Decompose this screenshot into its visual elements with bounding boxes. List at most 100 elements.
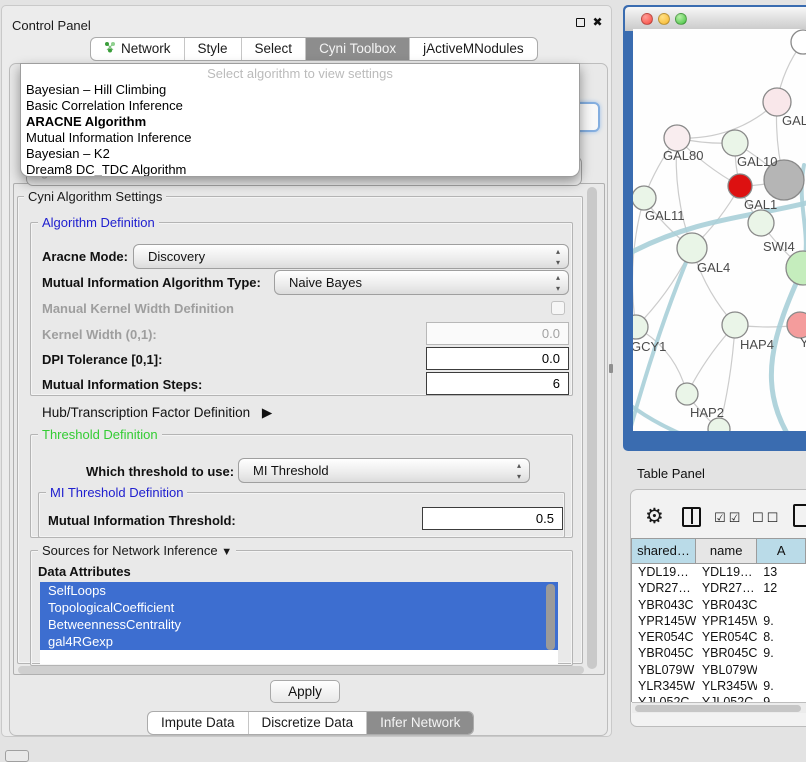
- aracne-mode-value: Discovery: [148, 249, 205, 264]
- algorithm-item-bayesian-hill-climbing[interactable]: Bayesian – Hill Climbing: [21, 82, 579, 98]
- table-cell: 9.: [757, 613, 806, 629]
- horizontal-scrollbar[interactable]: [18, 666, 584, 674]
- panel-divider-grip[interactable]: [609, 364, 613, 373]
- network-node[interactable]: [748, 210, 774, 236]
- close-icon[interactable]: ✖: [591, 16, 604, 29]
- checked-boxes-icon[interactable]: ☑☑: [714, 510, 743, 526]
- apply-button[interactable]: Apply: [270, 680, 340, 703]
- network-window-titlebar[interactable]: [625, 7, 806, 31]
- algorithm-definition-legend: Algorithm Definition: [38, 215, 159, 230]
- kernel-width-field[interactable]: 0.0: [426, 322, 569, 345]
- tab-network[interactable]: Network: [91, 38, 184, 60]
- attribute-betweennesscentrality[interactable]: BetweennessCentrality: [40, 616, 558, 633]
- attribute-topologicalcoefficient[interactable]: TopologicalCoefficient: [40, 599, 558, 616]
- algorithm-dropdown-popup: Select algorithm to view settings Bayesi…: [20, 63, 580, 177]
- tab-impute-data[interactable]: Impute Data: [148, 712, 248, 734]
- table-cell: YBR043C: [696, 597, 757, 613]
- which-threshold-combo[interactable]: MI Threshold ▴▾: [238, 458, 530, 483]
- data-attributes-list[interactable]: SelfLoopsTopologicalCoefficientBetweenne…: [40, 582, 558, 664]
- tab-discretize-data[interactable]: Discretize Data: [248, 712, 367, 734]
- node-table[interactable]: shared…nameAYDL19…YDL19…13YDR27…YDR27…12…: [631, 538, 806, 702]
- document-icon[interactable]: [793, 504, 806, 527]
- mi-threshold-legend: MI Threshold Definition: [46, 485, 187, 500]
- table-cell: 9.: [757, 678, 806, 694]
- network-node-gal1[interactable]: [728, 174, 752, 198]
- table-row[interactable]: YBR045CYBR045C9.: [632, 645, 806, 661]
- network-node-hap2[interactable]: [676, 383, 698, 405]
- table-row[interactable]: YBL079WYBL079W: [632, 662, 806, 678]
- tab-select[interactable]: Select: [241, 38, 306, 60]
- table-cell: YBR045C: [632, 645, 696, 661]
- table-row[interactable]: YER054CYER054C8.: [632, 629, 806, 645]
- table-row[interactable]: YDL19…YDL19…13: [632, 564, 806, 580]
- network-node-hap4[interactable]: [722, 312, 748, 338]
- tab-label: Network: [121, 38, 171, 60]
- network-node-gal4[interactable]: [677, 233, 707, 263]
- algorithm-item-mutual-information-inference[interactable]: Mutual Information Inference: [21, 130, 579, 146]
- control-panel: Control Panel ✖ Network Style Select Cyni T…: [1, 5, 612, 737]
- mi-type-combo[interactable]: Naive Bayes ▴▾: [274, 270, 569, 295]
- attribute-selfloops[interactable]: SelfLoops: [40, 582, 558, 599]
- column-header-shared[interactable]: shared…: [632, 539, 696, 564]
- network-node-gcy1[interactable]: [633, 315, 648, 339]
- aracne-mode-combo[interactable]: Discovery ▴▾: [133, 244, 569, 269]
- tab-style[interactable]: Style: [184, 38, 241, 60]
- tab-cyni-toolbox[interactable]: Cyni Toolbox: [305, 38, 409, 60]
- dpi-tolerance-field[interactable]: 0.0: [426, 347, 569, 370]
- table-cell: YJL052C: [696, 694, 757, 702]
- network-node-label: GAL: [782, 113, 806, 128]
- network-canvas[interactable]: GALGAL80GAL10GAL1GAL11GAL4SWI4GCY1HAP4YH…: [633, 29, 806, 431]
- zoom-traffic-light-icon[interactable]: [675, 13, 687, 25]
- table-row[interactable]: YJL052CYJL052C9: [632, 694, 806, 702]
- mi-steps-field[interactable]: 6: [426, 372, 569, 395]
- float-window-icon[interactable]: [576, 18, 585, 27]
- table-cell: YDR27…: [696, 580, 757, 596]
- network-node-gal[interactable]: [763, 88, 791, 116]
- column-header-name[interactable]: name: [696, 539, 758, 564]
- mi-threshold-field[interactable]: 0.5: [422, 507, 563, 530]
- minimize-traffic-light-icon[interactable]: [658, 13, 670, 25]
- unchecked-boxes-icon[interactable]: ☐☐: [752, 510, 781, 526]
- network-edge: [633, 198, 644, 327]
- tab-infer-network[interactable]: Infer Network: [366, 712, 473, 734]
- table-cell: YER054C: [696, 629, 757, 645]
- network-node-gal10[interactable]: [722, 130, 748, 156]
- table-header-row: shared…nameA: [632, 539, 806, 564]
- algorithm-item-aracne-algorithm[interactable]: ARACNE Algorithm: [21, 114, 579, 130]
- column-header-a[interactable]: A: [757, 539, 806, 564]
- table-cell: 9.: [757, 645, 806, 661]
- table-row[interactable]: YPR145WYPR145W9.: [632, 613, 806, 629]
- tab-jactivemnodules[interactable]: jActiveMNodules: [409, 38, 537, 60]
- kernel-width-label: Kernel Width (0,1):: [42, 327, 157, 342]
- gear-icon[interactable]: ⚙: [645, 504, 664, 529]
- hub-definition-label: Hub/Transcription Factor Definition: [42, 405, 250, 420]
- network-node-label: GAL11: [645, 208, 685, 223]
- table-horizontal-scrollbar[interactable]: [632, 702, 806, 713]
- hub-definition-toggle[interactable]: Hub/Transcription Factor Definition ▶: [42, 405, 272, 421]
- table-row[interactable]: YBR043CYBR043C: [632, 597, 806, 613]
- tab-label: Discretize Data: [262, 712, 354, 734]
- close-traffic-light-icon[interactable]: [641, 13, 653, 25]
- network-node[interactable]: [791, 30, 806, 54]
- sources-legend[interactable]: Sources for Network Inference ▼: [38, 543, 236, 558]
- tab-label: Impute Data: [161, 712, 235, 734]
- table-row[interactable]: YDR27…YDR27…12: [632, 580, 806, 596]
- attributes-scrollbar[interactable]: [546, 584, 555, 650]
- vertical-scrollbar[interactable]: [587, 187, 597, 669]
- network-node-gal11[interactable]: [633, 186, 656, 210]
- algorithm-item-basic-correlation-inference[interactable]: Basic Correlation Inference: [21, 98, 579, 114]
- algorithm-item-dream8-dc-tdc-algorithm[interactable]: Dream8 DC_TDC Algorithm: [21, 162, 579, 177]
- attribute-gal4rgexp[interactable]: gal4RGexp: [40, 633, 558, 650]
- split-columns-icon[interactable]: [682, 507, 701, 527]
- aracne-mode-label: Aracne Mode:: [42, 249, 128, 264]
- algorithm-item-bayesian-k2[interactable]: Bayesian – K2: [21, 146, 579, 162]
- table-row[interactable]: YLR345WYLR345W9.: [632, 678, 806, 694]
- network-node-label: GCY1: [633, 339, 666, 354]
- control-panel-title: Control Panel: [12, 18, 91, 33]
- network-node-label: GAL80: [663, 148, 703, 163]
- combo-stepper-icon: ▴▾: [556, 246, 560, 268]
- network-node-label: GAL4: [697, 260, 730, 275]
- corner-button[interactable]: [5, 750, 29, 762]
- manual-kernel-checkbox[interactable]: [551, 301, 565, 315]
- tab-label: Select: [255, 38, 293, 60]
